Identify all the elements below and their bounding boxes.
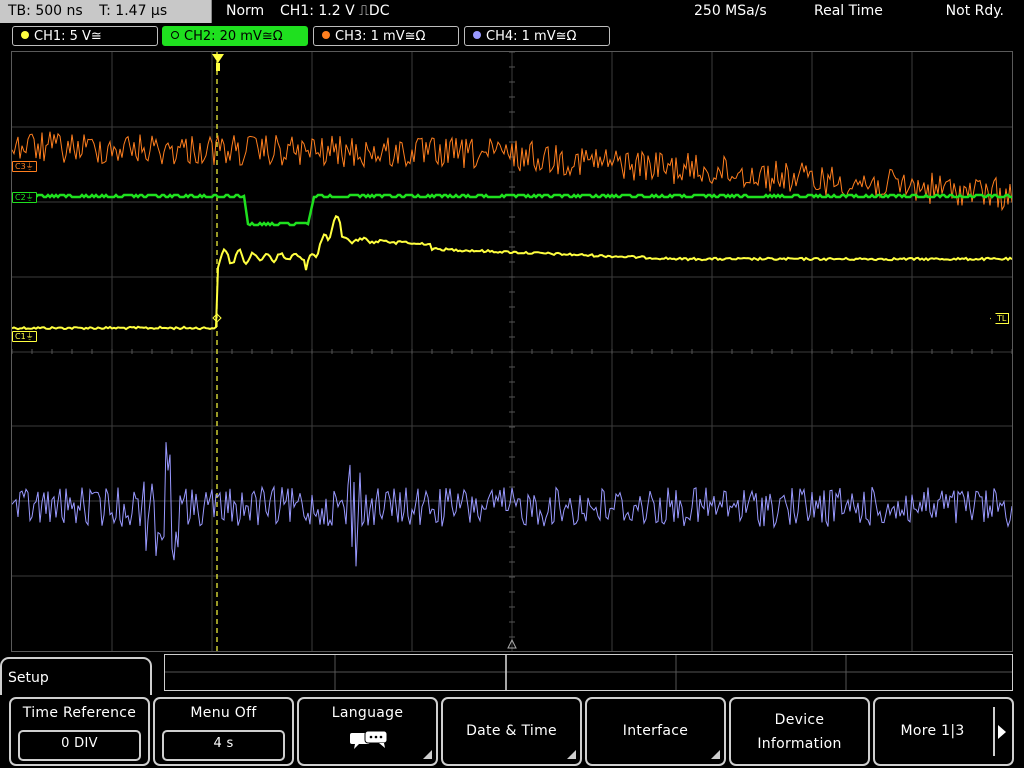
channel-2-label: CH2: 20 mV≅Ω [184,29,283,44]
status-bar: Norm CH1: 1.2 V ⎍DC 250 MSa/s Real Time … [214,0,1024,23]
waveform-display[interactable] [11,51,1013,652]
language-softkey[interactable]: Language [297,697,438,766]
more-label: More 1|3 [900,723,965,739]
more-softkey[interactable]: More 1|3 [873,697,1014,766]
trigger-time-value: T: 1.47 µs [99,3,168,19]
trigger-position-marker [212,54,224,63]
timebase-value: TB: 500 ns [8,3,83,19]
timebase-box[interactable]: TB: 500 ns T: 1.47 µs [0,0,212,23]
menu-off-value[interactable]: 4 s [162,730,285,761]
date-time-label: Date & Time [466,723,557,739]
ch3-offset-marker[interactable]: C3⏚ [12,161,37,172]
trigger-position-stem [216,63,220,71]
channel-bar: CH1: 5 V≅ CH2: 20 mV≅Ω CH3: 1 mV≅Ω CH4: … [0,26,1024,48]
acquisition-mode: Real Time [814,3,883,19]
channel-4-chip[interactable]: CH4: 1 mV≅Ω [464,26,610,46]
time-reference-softkey[interactable]: Time Reference 0 DIV [9,697,150,766]
menu-title: Setup [8,670,49,686]
sample-rate: 250 MSa/s [694,3,767,19]
channel-4-label: CH4: 1 mV≅Ω [486,29,577,44]
zoom-overview-strip[interactable] [164,654,1013,691]
trigger-info[interactable]: CH1: 1.2 V ⎍DC [280,0,389,23]
device-information-softkey[interactable]: Device Information [729,697,870,766]
time-reference-value[interactable]: 0 DIV [18,730,141,761]
menu-title-tab: Setup [0,657,152,695]
next-page-arrow-icon [998,725,1006,739]
waveform-canvas [12,52,1012,651]
trigger-mode[interactable]: Norm [226,0,264,23]
menu-off-softkey[interactable]: Menu Off 4 s [153,697,294,766]
time-reference-label: Time Reference [22,705,137,721]
submenu-indicator-icon [423,750,432,759]
ch2-color-dot [171,31,179,39]
acquisition-state: Not Rdy. [945,3,1004,19]
divider [993,707,995,756]
channel-1-chip[interactable]: CH1: 5 V≅ [12,26,158,46]
device-information-label-line2: Information [757,736,842,752]
channel-1-label: CH1: 5 V≅ [34,29,102,44]
interface-label: Interface [622,723,689,739]
speech-bubbles-icon [349,729,391,755]
channel-2-chip[interactable]: CH2: 20 mV≅Ω [162,26,308,46]
submenu-indicator-icon [711,750,720,759]
ch2-offset-marker[interactable]: C2⏚ [12,192,37,203]
device-information-label-line1: Device [774,712,825,728]
menu-off-label: Menu Off [190,705,257,721]
date-time-softkey[interactable]: Date & Time [441,697,582,766]
channel-3-label: CH3: 1 mV≅Ω [335,29,426,44]
submenu-indicator-icon [567,750,576,759]
ch4-color-dot [473,31,481,39]
interface-softkey[interactable]: Interface [585,697,726,766]
ch3-color-dot [322,31,330,39]
channel-3-chip[interactable]: CH3: 1 mV≅Ω [313,26,459,46]
zoom-strip-grid [165,655,1012,690]
ch1-color-dot [21,31,29,39]
language-label: Language [331,705,404,721]
ch1-offset-marker[interactable]: C1⏚ [12,331,37,342]
